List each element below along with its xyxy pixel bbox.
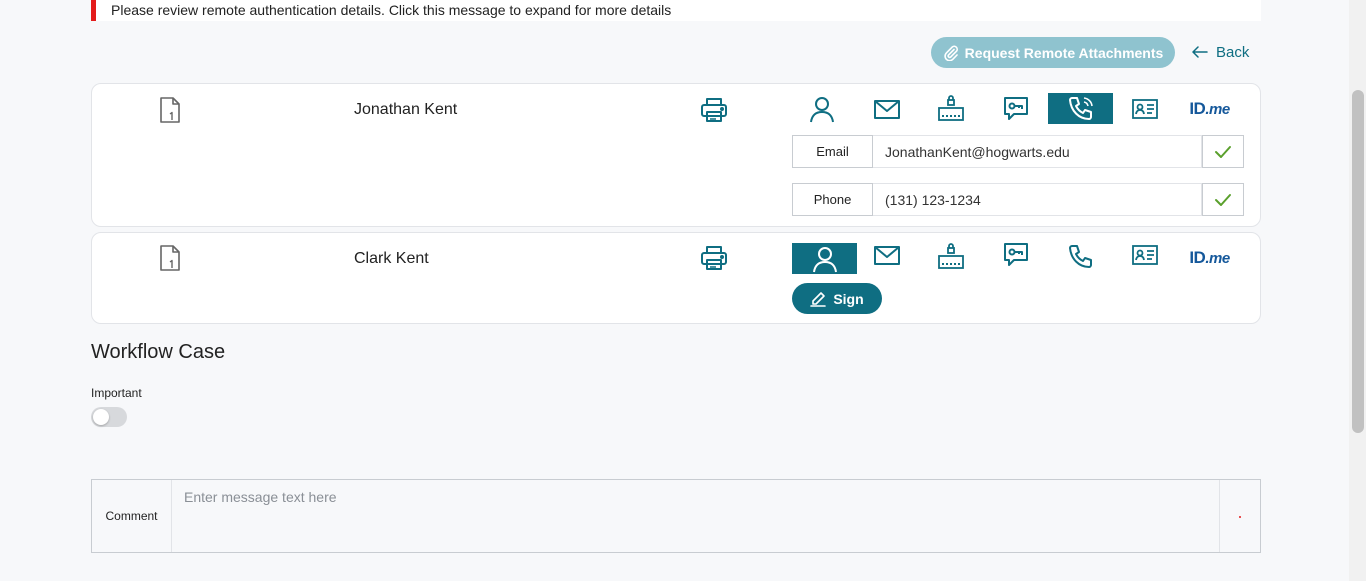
important-toggle[interactable] xyxy=(91,407,127,427)
check-icon xyxy=(1215,145,1231,158)
email-check-button[interactable] xyxy=(1202,135,1244,168)
phone-icon[interactable] xyxy=(1048,93,1113,124)
scrollbar-thumb[interactable] xyxy=(1352,90,1364,433)
back-label: Back xyxy=(1216,43,1250,61)
print-icon[interactable] xyxy=(700,245,728,271)
keypad-icon[interactable] xyxy=(918,93,983,124)
chat-key-icon[interactable] xyxy=(983,93,1048,124)
idme-logo[interactable]: ID.me xyxy=(1177,93,1242,124)
comment-box: Comment xyxy=(91,479,1261,553)
toggle-knob xyxy=(93,409,109,425)
paperclip-icon xyxy=(943,45,958,61)
auth-alert-banner[interactable]: Please review remote authentication deta… xyxy=(91,0,1261,21)
mail-icon[interactable] xyxy=(854,93,919,124)
person-icon[interactable] xyxy=(792,243,857,274)
sign-label: Sign xyxy=(833,290,864,307)
pen-icon xyxy=(810,291,827,307)
back-link[interactable]: Back xyxy=(1192,42,1249,62)
email-field[interactable]: JonathanKent@hogwarts.edu xyxy=(873,135,1202,168)
document-icon[interactable] xyxy=(159,97,181,123)
comment-label: Comment xyxy=(92,480,172,552)
keypad-icon[interactable] xyxy=(918,241,983,272)
id-card-icon[interactable] xyxy=(1112,93,1177,124)
mail-icon[interactable] xyxy=(854,239,919,270)
print-icon[interactable] xyxy=(700,97,728,123)
id-card-icon[interactable] xyxy=(1112,239,1177,270)
signer-card: Clark Kent ID.me Sign xyxy=(91,232,1261,324)
chat-key-icon[interactable] xyxy=(983,239,1048,270)
workflow-case-title: Workflow Case xyxy=(91,341,226,363)
required-indicator xyxy=(1239,516,1241,518)
phone-field-label: Phone xyxy=(792,183,873,216)
document-icon[interactable] xyxy=(159,245,181,271)
email-field-label: Email xyxy=(792,135,873,168)
signer-name: Clark Kent xyxy=(354,250,429,267)
signer-name: Jonathan Kent xyxy=(354,101,458,118)
request-remote-attachments-button[interactable]: Request Remote Attachments xyxy=(931,37,1175,68)
phone-field[interactable]: (131) 123-1234 xyxy=(873,183,1202,216)
phone-check-button[interactable] xyxy=(1202,183,1244,216)
phone-icon[interactable] xyxy=(1048,241,1113,272)
comment-input[interactable] xyxy=(173,480,1220,552)
person-icon[interactable] xyxy=(789,93,854,124)
arrow-left-icon xyxy=(1192,46,1208,58)
signer-card: Jonathan Kent ID.me Email JonathanKent@h… xyxy=(91,83,1261,227)
idme-logo[interactable]: ID.me xyxy=(1177,242,1242,273)
important-label: Important xyxy=(91,386,142,400)
sign-button[interactable]: Sign xyxy=(792,283,882,314)
request-remote-attachments-label: Request Remote Attachments xyxy=(964,44,1164,61)
check-icon xyxy=(1215,193,1231,206)
